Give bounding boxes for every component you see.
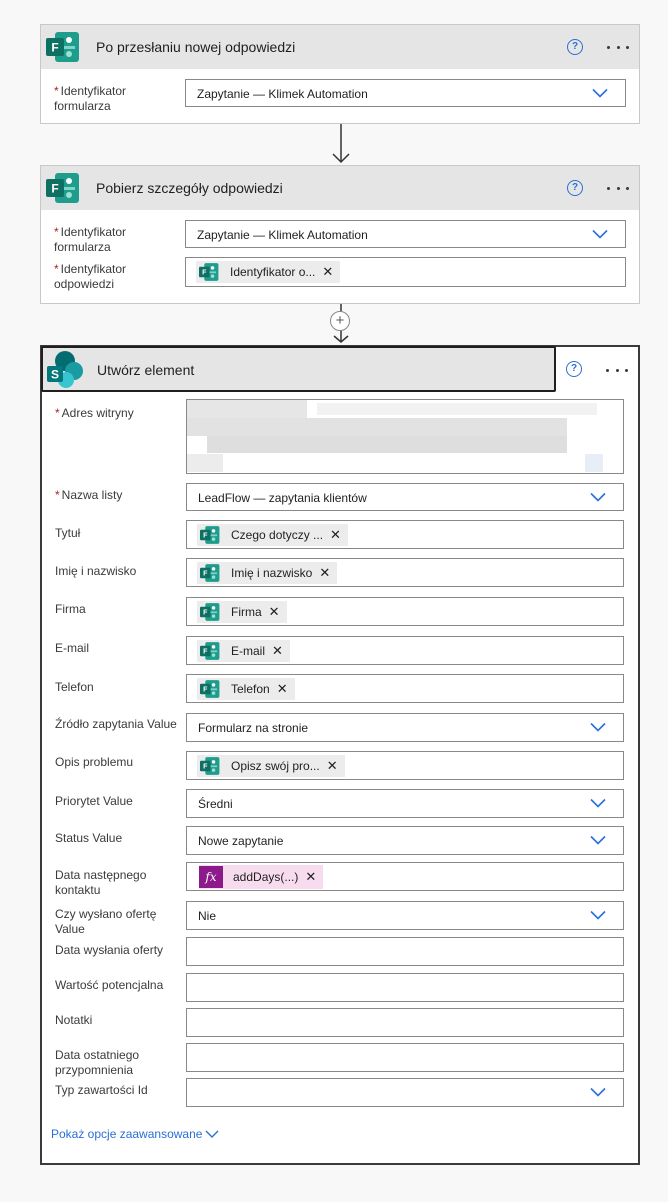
data-wyslania-oferty-input[interactable] <box>186 937 624 966</box>
flow-arrow <box>332 124 350 164</box>
dynamic-token[interactable]: Identyfikator o... ✕ <box>196 261 341 283</box>
card-title: Pobierz szczegóły odpowiedzi <box>96 180 283 196</box>
firma-input[interactable]: Firma ✕ <box>186 597 624 626</box>
close-icon[interactable]: ✕ <box>269 605 280 618</box>
field-label: Opis problemu <box>55 755 134 769</box>
czy-wyslano-oferte-value-dropdown[interactable]: Nie <box>186 901 624 930</box>
chevron-down-icon[interactable] <box>590 798 606 808</box>
response-id-input[interactable]: Identyfikator o... ✕ <box>185 257 626 287</box>
field-label: E-mail <box>55 641 90 655</box>
dynamic-token[interactable]: Firma ✕ <box>197 601 287 623</box>
field-label: * Identyfikator formularza <box>54 84 127 113</box>
help-icon[interactable]: ? <box>567 39 583 55</box>
sharepoint-app-icon: S <box>47 351 83 388</box>
field-label: Telefon <box>55 680 94 694</box>
e-mail-input[interactable]: E-mail ✕ <box>186 636 624 665</box>
chevron-down-icon[interactable] <box>205 1130 219 1138</box>
field-label: * Adres witryny <box>55 406 134 420</box>
add-step-icon[interactable]: + <box>330 311 350 331</box>
form-id-dropdown[interactable]: Zapytanie — Klimek Automation <box>185 220 626 248</box>
field-label: Status Value <box>55 831 123 845</box>
get-response-card: Pobierz szczegóły odpowiedzi ? * Identyfi… <box>40 165 640 304</box>
field-label: Źródło zapytania Value <box>55 717 177 731</box>
create-item-card-header[interactable]: S Utwórz element <box>41 346 556 392</box>
get-response-card-header[interactable]: Pobierz szczegóły odpowiedzi ? <box>41 166 639 210</box>
field-label: * Nazwa listy <box>55 488 123 502</box>
tytul-input[interactable]: Czego dotyczy ... ✕ <box>186 520 624 549</box>
more-options-icon[interactable] <box>607 185 629 191</box>
more-options-icon[interactable] <box>606 367 628 373</box>
close-icon[interactable]: ✕ <box>305 870 316 883</box>
forms-app-icon <box>199 756 221 776</box>
form-id-dropdown[interactable]: Zapytanie — Klimek Automation <box>185 79 626 107</box>
field-label: Notatki <box>55 1013 93 1027</box>
field-label: * Identyfikator formularza <box>54 225 127 254</box>
field-label: Data wysłania oferty <box>55 943 164 957</box>
priorytet-value-dropdown[interactable]: Średni <box>186 789 624 818</box>
dynamic-token[interactable]: Imię i nazwisko ✕ <box>197 562 338 584</box>
close-icon[interactable]: ✕ <box>319 566 330 579</box>
field-label: Firma <box>55 602 86 616</box>
expression-icon: fx <box>199 866 223 888</box>
chevron-down-icon[interactable] <box>592 229 608 239</box>
trigger-card-header[interactable]: Po przesłaniu nowej odpowiedzi ? <box>41 25 639 69</box>
card-title: Utwórz element <box>97 362 195 378</box>
forms-app-icon <box>45 171 81 205</box>
close-icon[interactable]: ✕ <box>277 682 288 695</box>
forms-app-icon <box>199 602 221 622</box>
chevron-down-icon[interactable] <box>592 88 608 98</box>
list-name-dropdown[interactable]: LeadFlow — zapytania klientów <box>186 483 624 511</box>
field-label: Priorytet Value <box>55 794 133 808</box>
forms-app-icon <box>45 30 81 64</box>
close-icon[interactable]: ✕ <box>330 528 341 541</box>
field-label: * Identyfikator odpowiedzi <box>54 262 127 291</box>
help-icon[interactable]: ? <box>567 180 583 196</box>
dynamic-token[interactable]: Telefon ✕ <box>197 678 295 700</box>
dynamic-token[interactable]: Czego dotyczy ... ✕ <box>197 524 348 546</box>
field-label: Wartość potencjalna <box>55 978 164 992</box>
dynamic-token[interactable]: Opisz swój pro... ✕ <box>197 755 345 777</box>
opis-problemu-input[interactable]: Opisz swój pro... ✕ <box>186 751 624 780</box>
wartosc-potencjalna-input[interactable] <box>186 973 624 1002</box>
site-address-input[interactable] <box>186 399 624 474</box>
chevron-down-icon[interactable] <box>590 910 606 920</box>
field-label: Czy wysłano ofertę Value <box>55 907 157 936</box>
data-nastepnego-kontaktu-input[interactable]: fx addDays(...) ✕ <box>186 862 624 891</box>
forms-app-icon <box>199 525 221 545</box>
data-ostatniego-przypomnienia-input[interactable] <box>186 1043 624 1072</box>
zrodlo-zapytania-value-dropdown[interactable]: Formularz na stronie <box>186 713 624 742</box>
field-label: Tytuł <box>55 526 81 540</box>
dynamic-token[interactable]: E-mail ✕ <box>197 640 290 662</box>
forms-app-icon <box>199 563 221 583</box>
field-label: Typ zawartości Id <box>55 1083 148 1097</box>
notatki-input[interactable] <box>186 1008 624 1037</box>
close-icon[interactable]: ✕ <box>272 644 283 657</box>
field-label: Imię i nazwisko <box>55 564 137 578</box>
chevron-down-icon[interactable] <box>590 835 606 845</box>
typ-zawartosci-id-dropdown[interactable] <box>186 1078 624 1107</box>
field-label: Data następnego kontaktu <box>55 868 147 897</box>
trigger-card: Po przesłaniu nowej odpowiedzi ? * Identy… <box>40 24 640 124</box>
svg-text:S: S <box>51 368 59 382</box>
help-icon[interactable]: ? <box>566 361 582 377</box>
show-advanced-options-link[interactable]: Pokaż opcje zaawansowane <box>51 1127 202 1141</box>
chevron-down-icon[interactable] <box>590 1087 606 1097</box>
close-icon[interactable]: ✕ <box>327 759 338 772</box>
chevron-down-icon[interactable] <box>590 492 606 502</box>
forms-app-icon <box>199 641 221 661</box>
forms-app-icon <box>198 262 220 282</box>
card-title: Po przesłaniu nowej odpowiedzi <box>96 39 296 55</box>
telefon-input[interactable]: Telefon ✕ <box>186 674 624 703</box>
imie-i-nazwisko-input[interactable]: Imię i nazwisko ✕ <box>186 558 624 587</box>
expression-token[interactable]: fx addDays(...) ✕ <box>199 865 324 889</box>
more-options-icon[interactable] <box>607 44 629 50</box>
close-icon[interactable]: ✕ <box>322 265 333 278</box>
field-label: Data ostatniego przypomnienia <box>55 1048 140 1077</box>
status-value-dropdown[interactable]: Nowe zapytanie <box>186 826 624 855</box>
forms-app-icon <box>199 679 221 699</box>
chevron-down-icon[interactable] <box>590 722 606 732</box>
